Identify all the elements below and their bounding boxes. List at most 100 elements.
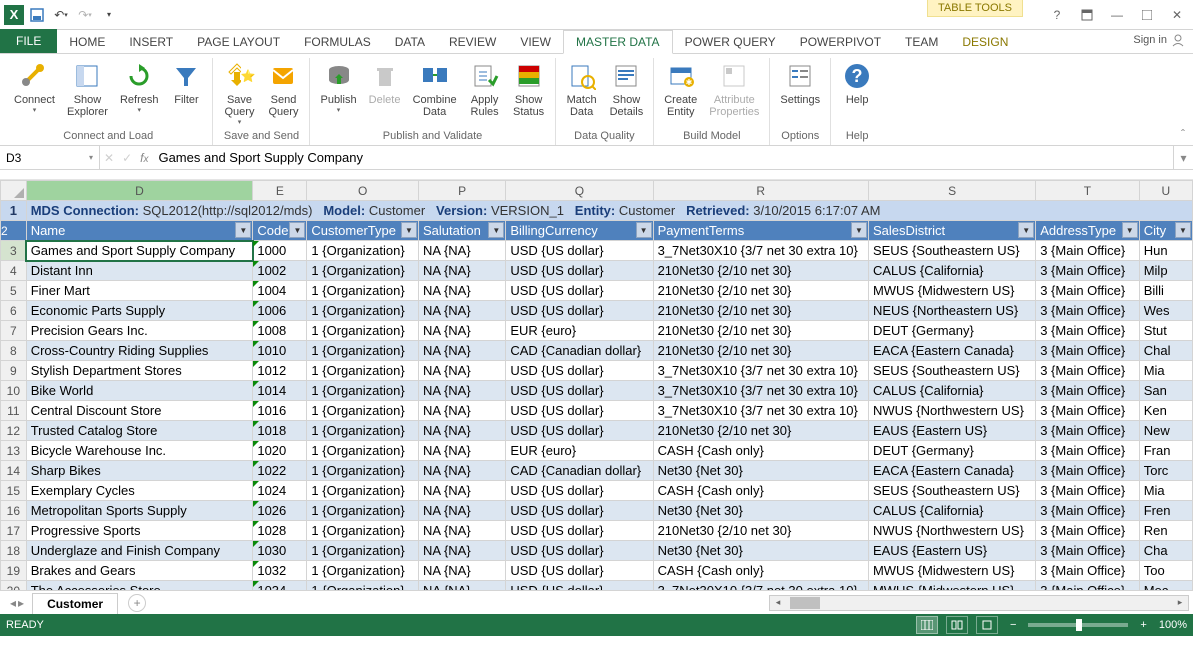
cell[interactable]: EAUS {Eastern US} xyxy=(868,421,1035,441)
cell[interactable]: Stylish Department Stores xyxy=(26,361,253,381)
cell[interactable]: 3_7Net30X10 {3/7 net 30 extra 10} xyxy=(653,581,868,591)
filter-dropdown-icon[interactable]: ▼ xyxy=(235,222,251,238)
cell[interactable]: USD {US dollar} xyxy=(506,581,653,591)
cell[interactable]: New xyxy=(1139,421,1192,441)
cell[interactable]: CALUS {California} xyxy=(868,501,1035,521)
cell[interactable]: Trusted Catalog Store xyxy=(26,421,253,441)
cell[interactable]: 210Net30 {2/10 net 30} xyxy=(653,421,868,441)
cell[interactable]: 1014 xyxy=(253,381,307,401)
col-header-T[interactable]: T xyxy=(1036,181,1140,201)
btn-match-data[interactable]: Match Data xyxy=(562,58,602,120)
qat-customize[interactable]: ▾ xyxy=(98,4,120,26)
cell[interactable]: NA {NA} xyxy=(419,241,506,261)
cell[interactable]: Fren xyxy=(1139,501,1192,521)
cell[interactable]: 1 {Organization} xyxy=(307,541,419,561)
cell[interactable]: MWUS {Midwestern US} xyxy=(868,281,1035,301)
table-header-City[interactable]: City▼ xyxy=(1139,221,1192,241)
qat-save[interactable] xyxy=(26,4,48,26)
cell[interactable]: Economic Parts Supply xyxy=(26,301,253,321)
cell[interactable]: NA {NA} xyxy=(419,361,506,381)
row-header-13[interactable]: 13 xyxy=(1,441,27,461)
cell[interactable]: Billi xyxy=(1139,281,1192,301)
cell[interactable]: Too xyxy=(1139,561,1192,581)
filter-dropdown-icon[interactable]: ▼ xyxy=(401,222,417,238)
cell[interactable]: 1016 xyxy=(253,401,307,421)
table-header-SalesDistrict[interactable]: SalesDistrict▼ xyxy=(868,221,1035,241)
cell[interactable]: SEUS {Southeastern US} xyxy=(868,241,1035,261)
cancel-formula-icon[interactable]: ✕ xyxy=(104,151,114,165)
cell[interactable]: 1 {Organization} xyxy=(307,341,419,361)
row-header-6[interactable]: 6 xyxy=(1,301,27,321)
cell[interactable]: 3 {Main Office} xyxy=(1036,241,1140,261)
cell[interactable]: 1 {Organization} xyxy=(307,581,419,591)
cell[interactable]: 3_7Net30X10 {3/7 net 30 extra 10} xyxy=(653,241,868,261)
row-header-20[interactable]: 20 xyxy=(1,581,27,591)
cell[interactable]: Net30 {Net 30} xyxy=(653,501,868,521)
signin-link[interactable]: Sign in xyxy=(1133,33,1185,47)
cell[interactable]: EACA {Eastern Canada} xyxy=(868,341,1035,361)
cell[interactable]: 3 {Main Office} xyxy=(1036,281,1140,301)
cell[interactable]: NA {NA} xyxy=(419,441,506,461)
cell[interactable]: Precision Gears Inc. xyxy=(26,321,253,341)
cell[interactable]: CASH {Cash only} xyxy=(653,441,868,461)
cell[interactable]: NA {NA} xyxy=(419,401,506,421)
cell[interactable]: Hun xyxy=(1139,241,1192,261)
cell[interactable]: NA {NA} xyxy=(419,541,506,561)
btn-refresh[interactable]: Refresh▾ xyxy=(116,58,163,116)
cell[interactable]: 3 {Main Office} xyxy=(1036,301,1140,321)
row-header-7[interactable]: 7 xyxy=(1,321,27,341)
row-header-12[interactable]: 12 xyxy=(1,421,27,441)
filter-dropdown-icon[interactable]: ▼ xyxy=(636,222,652,238)
horizontal-scrollbar[interactable]: ◂ ▸ xyxy=(769,595,1189,611)
btn-send-query[interactable]: Send Query xyxy=(263,58,303,120)
cell[interactable]: 210Net30 {2/10 net 30} xyxy=(653,341,868,361)
tab-home[interactable]: HOME xyxy=(57,31,117,53)
tab-powerquery[interactable]: POWER QUERY xyxy=(673,31,788,53)
col-header-E[interactable]: E xyxy=(253,181,307,201)
cell[interactable]: 1006 xyxy=(253,301,307,321)
cell[interactable]: 3 {Main Office} xyxy=(1036,341,1140,361)
cell[interactable]: CASH {Cash only} xyxy=(653,561,868,581)
row-header-5[interactable]: 5 xyxy=(1,281,27,301)
cell[interactable]: 1022 xyxy=(253,461,307,481)
cell[interactable]: 1010 xyxy=(253,341,307,361)
cell[interactable]: USD {US dollar} xyxy=(506,541,653,561)
cell[interactable]: NA {NA} xyxy=(419,561,506,581)
cell[interactable]: 3 {Main Office} xyxy=(1036,401,1140,421)
cell[interactable]: 3_7Net30X10 {3/7 net 30 extra 10} xyxy=(653,361,868,381)
cell[interactable]: USD {US dollar} xyxy=(506,301,653,321)
view-normal[interactable] xyxy=(916,616,938,634)
cell[interactable]: NA {NA} xyxy=(419,501,506,521)
cell[interactable]: NA {NA} xyxy=(419,321,506,341)
btn-help[interactable]: ?Help xyxy=(837,58,877,108)
cell[interactable]: USD {US dollar} xyxy=(506,381,653,401)
cell[interactable]: Games and Sport Supply Company xyxy=(26,241,253,261)
cell[interactable]: EAUS {Eastern US} xyxy=(868,541,1035,561)
btn-save-query[interactable]: ⭐Save Query▾ xyxy=(219,58,259,128)
btn-connect[interactable]: Connect▾ xyxy=(10,58,59,116)
row-header-4[interactable]: 4 xyxy=(1,261,27,281)
cell[interactable]: 1 {Organization} xyxy=(307,381,419,401)
cell[interactable]: 1 {Organization} xyxy=(307,241,419,261)
cell[interactable]: CALUS {California} xyxy=(868,261,1035,281)
row-header-11[interactable]: 11 xyxy=(1,401,27,421)
cell[interactable]: CALUS {California} xyxy=(868,381,1035,401)
table-header-Name[interactable]: Name▼ xyxy=(26,221,253,241)
cell[interactable]: 1 {Organization} xyxy=(307,441,419,461)
filter-dropdown-icon[interactable]: ▼ xyxy=(1018,222,1034,238)
cell[interactable]: Metropolitan Sports Supply xyxy=(26,501,253,521)
row-header-19[interactable]: 19 xyxy=(1,561,27,581)
cell[interactable]: Stut xyxy=(1139,321,1192,341)
cell[interactable]: 3 {Main Office} xyxy=(1036,361,1140,381)
cell[interactable]: 1012 xyxy=(253,361,307,381)
row-header-17[interactable]: 17 xyxy=(1,521,27,541)
cell[interactable]: 1018 xyxy=(253,421,307,441)
cell[interactable]: 3 {Main Office} xyxy=(1036,501,1140,521)
row-header-1[interactable]: 1 xyxy=(1,201,27,221)
cell[interactable]: Finer Mart xyxy=(26,281,253,301)
cell[interactable]: DEUT {Germany} xyxy=(868,441,1035,461)
cell[interactable]: NWUS {Northwestern US} xyxy=(868,401,1035,421)
cell[interactable]: 210Net30 {2/10 net 30} xyxy=(653,281,868,301)
hscroll-thumb[interactable] xyxy=(790,597,820,609)
cell[interactable]: NA {NA} xyxy=(419,301,506,321)
